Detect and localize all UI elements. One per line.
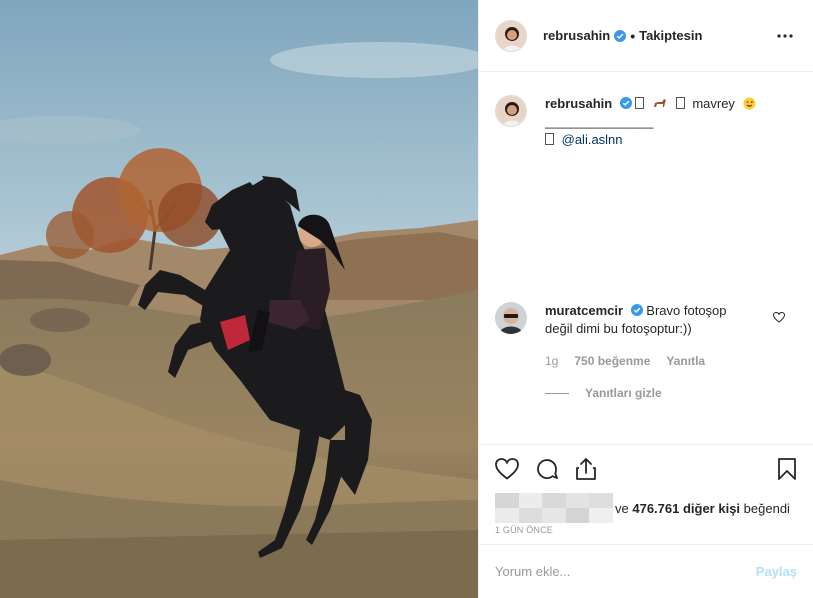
comment-bubble-icon [537, 459, 558, 479]
caption-avatar[interactable] [495, 95, 527, 127]
hide-replies-button[interactable]: Yanıtları gizle [545, 384, 755, 402]
more-dots-icon [777, 33, 793, 38]
comment-likes-count[interactable]: 750 beğenme [574, 352, 650, 370]
post-photo[interactable] [0, 0, 478, 598]
likes-text: ve 476.761 diğer kişi beğendi [615, 501, 790, 516]
post-comment-button[interactable]: Paylaş [756, 564, 797, 579]
likes-prefix: ve [615, 500, 629, 516]
comment-meta: 1g 750 beğenme Yanıtla [545, 352, 755, 370]
commenter-avatar[interactable] [495, 302, 527, 334]
caption-mention-link[interactable]: @ali.aslnn [562, 132, 623, 147]
save-button[interactable] [773, 449, 797, 489]
share-button[interactable] [575, 449, 615, 489]
heart-outline-icon [772, 311, 786, 323]
comment-age[interactable]: 1g [545, 352, 558, 370]
comments-area[interactable]: rebrusahin mavrey _______________ @ali.a… [479, 73, 813, 444]
comment-input[interactable] [495, 564, 756, 579]
likes-count[interactable]: 476.761 diğer kişi [632, 501, 740, 516]
heart-icon [495, 458, 519, 480]
missing-glyph-icon [545, 133, 554, 145]
author-avatar[interactable] [495, 19, 527, 52]
comment-button[interactable] [535, 449, 575, 489]
post-actions: ve 476.761 diğer kişi beğendi 1 GÜN ÖNCE [479, 444, 813, 535]
bookmark-icon [778, 458, 796, 480]
caption: rebrusahin mavrey _______________ @ali.a… [495, 73, 797, 149]
caption-username[interactable]: rebrusahin [545, 96, 612, 111]
comment-item: muratcemcir Bravo fotoşop değil dimi bu … [495, 302, 797, 402]
action-icons-row [495, 445, 797, 493]
following-status[interactable]: Takiptesin [639, 28, 702, 43]
photo-horse-rider [0, 0, 478, 598]
caption-text: mavrey [692, 96, 735, 111]
more-options-button[interactable] [773, 24, 797, 48]
missing-glyph-icon [675, 97, 685, 109]
verified-badge-icon [614, 29, 627, 42]
likes-summary[interactable]: ve 476.761 diğer kişi beğendi [495, 493, 797, 523]
verified-badge-icon [619, 97, 632, 109]
missing-glyph-icon [635, 97, 645, 109]
separator-dot: • [630, 27, 636, 44]
comment-username[interactable]: muratcemcir [545, 303, 623, 318]
likes-suffix: beğendi [743, 500, 790, 516]
comment-like-button[interactable] [772, 310, 786, 326]
verified-badge-icon [630, 304, 643, 316]
caption-body: rebrusahin mavrey _______________ @ali.a… [545, 95, 756, 149]
winking-face-icon [743, 97, 756, 110]
blurred-liker-names [495, 493, 613, 523]
post-header: rebrusahin • Takiptesin [479, 0, 813, 72]
like-button[interactable] [495, 449, 535, 489]
hide-replies-label: Yanıtları gizle [585, 386, 662, 400]
instagram-post: rebrusahin • Takiptesin rebrusahin mavre… [0, 0, 813, 598]
post-side-panel: rebrusahin • Takiptesin rebrusahin mavre… [478, 0, 813, 598]
horse-emoji-icon [654, 99, 667, 107]
hide-replies-line [545, 392, 569, 394]
post-timestamp[interactable]: 1 GÜN ÖNCE [495, 525, 797, 535]
author-username[interactable]: rebrusahin [543, 28, 610, 43]
share-upload-icon [576, 458, 596, 480]
comment-body: muratcemcir Bravo fotoşop değil dimi bu … [545, 302, 755, 402]
add-comment-bar: Paylaş [479, 544, 813, 598]
reply-button[interactable]: Yanıtla [666, 352, 705, 370]
caption-divider: _______________ [545, 114, 654, 129]
